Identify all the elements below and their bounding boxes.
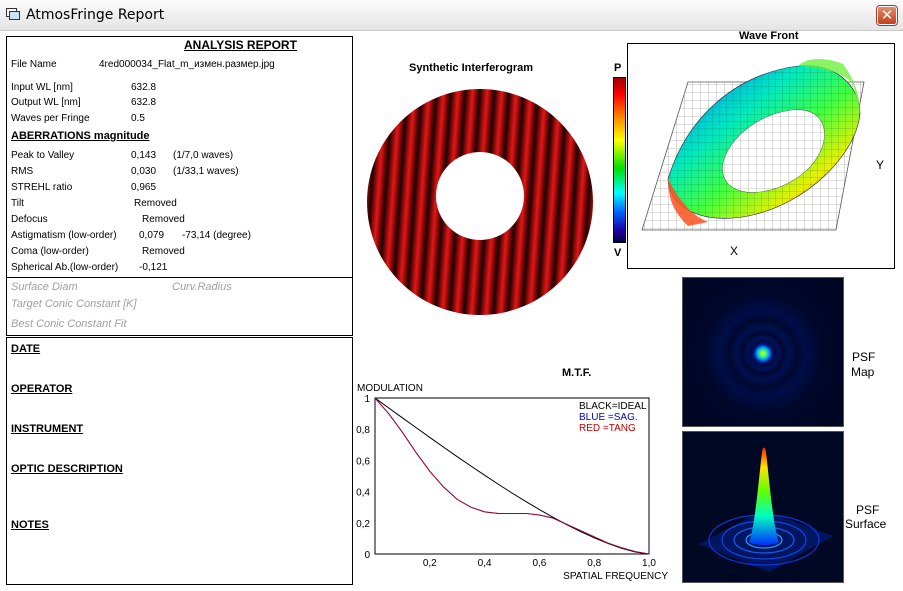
surface-diam-label: Surface Diam xyxy=(11,281,78,293)
close-button[interactable]: ✕ xyxy=(876,5,898,26)
ptv-value: 0,143 xyxy=(131,150,157,161)
mtf-chart: MODULATION SPATIAL FREQUENCY 0 0,2 0,4 0,6 0… xyxy=(356,383,668,582)
spherical-label: Spherical Ab.(low-order) xyxy=(11,262,119,273)
psf-map-label-2: Map xyxy=(851,365,875,379)
close-icon: ✕ xyxy=(880,6,894,24)
mtf-legend-entry: BLACK=IDEAL xyxy=(579,401,647,412)
wavefront-x-label: X xyxy=(730,244,739,258)
wavefront-title: Wave Front xyxy=(739,30,799,42)
target-conic-label: Target Conic Constant [K] xyxy=(11,298,137,310)
mtf-y-tick-label: 0 xyxy=(364,550,370,561)
psf-map-image xyxy=(682,277,844,427)
output-wl-label: Output WL [nm] xyxy=(11,97,81,108)
psf-surface-label-1: PSF xyxy=(856,503,880,517)
mtf-x-tick-label: 0,4 xyxy=(478,558,492,569)
psf-surface-label-2: Surface xyxy=(845,517,887,531)
astigmatism-angle: -73,14 (degree) xyxy=(182,230,251,241)
waves-per-fringe-value: 0.5 xyxy=(131,113,145,124)
rms-value: 0,030 xyxy=(131,166,157,177)
scale-bottom-label: V xyxy=(614,247,622,259)
astigmatism-value: 0,079 xyxy=(139,230,165,241)
waves-per-fringe-label: Waves per Fringe xyxy=(11,113,90,124)
wavefront-y-label: Y xyxy=(876,158,885,172)
curv-radius-label: Curv.Radius xyxy=(172,281,232,293)
info-panel xyxy=(6,337,353,585)
mtf-x-tick-label: 0,2 xyxy=(423,558,437,569)
mtf-x-tick-label: 1,0 xyxy=(642,558,656,569)
ptv-label: Peak to Valley xyxy=(11,150,75,161)
ptv-waves: (1/7,0 waves) xyxy=(173,150,234,161)
mtf-ylabel: MODULATION xyxy=(357,383,423,394)
rms-waves: (1/33,1 waves) xyxy=(173,166,239,177)
mtf-y-tick-label: 1 xyxy=(364,394,370,405)
mtf-legend-entry: RED =TANG xyxy=(579,423,636,434)
mtf-x-tick-label: 0,6 xyxy=(532,558,546,569)
tilt-value: Removed xyxy=(134,198,177,209)
mtf-xlabel: SPATIAL FREQUENCY xyxy=(563,571,668,582)
optic-description-heading: OPTIC DESCRIPTION xyxy=(11,463,123,475)
window-title: AtmosFringe Report xyxy=(26,7,165,23)
input-wl-value: 632.8 xyxy=(131,82,157,93)
interferogram xyxy=(364,86,596,318)
wavefront-surface xyxy=(641,59,865,231)
astigmatism-label: Astigmatism (low-order) xyxy=(11,230,117,241)
mtf-legend-entry: BLUE =SAG. xyxy=(579,412,638,423)
psf-map-label-1: PSF xyxy=(852,350,876,364)
input-wl-label: Input WL [nm] xyxy=(11,82,73,93)
mtf-y-tick-label: 0,6 xyxy=(356,456,370,467)
spherical-value: -0,121 xyxy=(139,262,168,273)
notes-heading: NOTES xyxy=(11,519,49,531)
mtf-y-tick-label: 0,4 xyxy=(356,488,370,499)
report-heading: ANALYSIS REPORT xyxy=(184,38,297,52)
operator-heading: OPERATOR xyxy=(11,383,73,395)
mtf-y-tick-label: 0,2 xyxy=(356,519,370,530)
interferogram-title: Synthetic Interferogram xyxy=(409,62,534,74)
coma-label: Coma (low-order) xyxy=(11,246,89,257)
mtf-y-tick-label: 0,8 xyxy=(356,425,370,436)
rms-label: RMS xyxy=(11,166,34,177)
scale-top-label: P xyxy=(614,62,622,74)
title-bar: AtmosFringe Report ✕ xyxy=(0,0,903,31)
app-icon xyxy=(6,8,20,20)
file-name-label: File Name xyxy=(11,59,57,70)
file-name-value: 4red000034_Flat_m_измен.размер.jpg xyxy=(99,59,275,70)
aberrations-heading: ABERRATIONS magnitude xyxy=(11,130,150,142)
strehl-label: STREHL ratio xyxy=(11,182,73,193)
mtf-x-tick-label: 0,8 xyxy=(587,558,601,569)
coma-value: Removed xyxy=(142,246,185,257)
psf-surface-image xyxy=(682,431,844,583)
best-conic-label: Best Conic Constant Fit xyxy=(11,318,127,330)
defocus-label: Defocus xyxy=(11,214,48,225)
report-divider xyxy=(6,277,352,278)
date-heading: DATE xyxy=(11,343,41,355)
psf-surface-plot xyxy=(699,447,833,572)
output-wl-value: 632.8 xyxy=(131,97,157,108)
strehl-value: 0,965 xyxy=(131,182,157,193)
color-scale-bar xyxy=(613,77,626,243)
defocus-value: Removed xyxy=(142,214,185,225)
instrument-heading: INSTRUMENT xyxy=(11,423,84,435)
tilt-label: Tilt xyxy=(11,198,24,209)
